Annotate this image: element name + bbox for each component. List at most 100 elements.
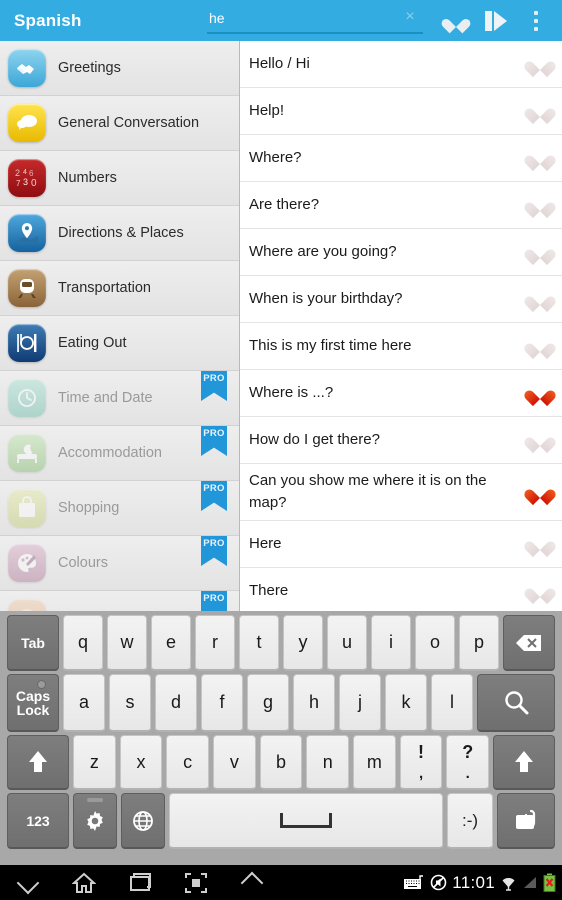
favorite-heart-icon[interactable]	[522, 102, 558, 125]
list-item[interactable]: How do I get there?	[240, 417, 562, 464]
list-item[interactable]: Here	[240, 521, 562, 568]
sidebar-item-colours[interactable]: Colours PRO	[0, 536, 239, 591]
key-emoji[interactable]: :-)	[447, 793, 493, 849]
key-shift-left[interactable]	[7, 735, 69, 790]
key-k[interactable]: k	[385, 674, 427, 732]
key-numeric-mode[interactable]: 123	[7, 793, 69, 849]
favorite-heart-icon[interactable]	[522, 582, 558, 605]
key-e[interactable]: e	[151, 615, 191, 671]
home-button[interactable]	[56, 865, 112, 900]
key-search[interactable]	[477, 674, 555, 732]
list-item[interactable]: This is my first time here	[240, 323, 562, 370]
key-i[interactable]: i	[371, 615, 411, 671]
phrase-list[interactable]: Hello / Hi Help! Where? Are there? Where…	[240, 41, 562, 611]
favorite-heart-icon[interactable]	[522, 149, 558, 172]
sidebar-item-general-conversation[interactable]: General Conversation	[0, 96, 239, 151]
sidebar-item-accommodation[interactable]: Accommodation PRO	[0, 426, 239, 481]
flashcards-button[interactable]	[476, 0, 516, 41]
list-item[interactable]: Are there?	[240, 182, 562, 229]
recent-apps-button[interactable]	[112, 865, 168, 900]
favorite-heart-icon[interactable]	[522, 535, 558, 558]
sidebar-item-time-and-date[interactable]: Time and Date PRO	[0, 371, 239, 426]
sidebar-item-eating-out[interactable]: Eating Out	[0, 316, 239, 371]
back-button[interactable]	[0, 865, 56, 900]
key-l[interactable]: l	[431, 674, 473, 732]
key-question-label: ?	[462, 742, 474, 762]
list-item[interactable]: Where are you going?	[240, 229, 562, 276]
key-n[interactable]: n	[306, 735, 350, 790]
favorite-heart-icon[interactable]	[522, 290, 558, 313]
key-z[interactable]: z	[73, 735, 116, 790]
favorite-heart-icon[interactable]	[522, 384, 558, 407]
list-item[interactable]: Where is ...?	[240, 370, 562, 417]
list-item[interactable]: Help!	[240, 88, 562, 135]
key-comma-label: ,	[418, 765, 424, 782]
favorite-heart-icon[interactable]	[522, 337, 558, 360]
key-d[interactable]: d	[155, 674, 197, 732]
on-screen-keyboard[interactable]: Tab q w e r t y u i o p Caps Lock a s d …	[0, 611, 562, 865]
key-backspace[interactable]	[503, 615, 555, 671]
key-f[interactable]: f	[201, 674, 243, 732]
screenshot-button[interactable]	[168, 865, 224, 900]
key-h[interactable]: h	[293, 674, 335, 732]
key-u[interactable]: u	[327, 615, 367, 671]
list-item[interactable]: There	[240, 568, 562, 611]
key-y[interactable]: y	[283, 615, 323, 671]
key-g[interactable]: g	[247, 674, 289, 732]
key-tab[interactable]: Tab	[7, 615, 59, 671]
key-exclamation-label: !	[418, 742, 425, 762]
key-caps-line1: Caps	[15, 687, 51, 704]
bed-icon	[8, 434, 46, 472]
sidebar-item-shopping[interactable]: Shopping PRO	[0, 481, 239, 536]
favorites-button[interactable]	[436, 0, 476, 41]
key-space[interactable]	[169, 793, 443, 849]
key-a[interactable]: a	[63, 674, 105, 732]
numbers-icon: 2 4 6 7 3 0	[8, 159, 46, 197]
key-m[interactable]: m	[353, 735, 396, 790]
search-input[interactable]	[207, 5, 407, 31]
sidebar-item-label: Directions & Places	[58, 225, 184, 241]
key-b[interactable]: b	[259, 735, 303, 790]
key-p[interactable]: p	[459, 615, 499, 671]
status-clock: 11:01	[452, 872, 495, 892]
key-t[interactable]: t	[239, 615, 279, 671]
key-question-period[interactable]: ? .	[446, 735, 490, 790]
list-item[interactable]: Where?	[240, 135, 562, 182]
key-exclamation-comma[interactable]: ! ,	[399, 735, 443, 790]
list-item[interactable]: Hello / Hi	[240, 41, 562, 88]
key-o[interactable]: o	[415, 615, 455, 671]
key-v[interactable]: v	[213, 735, 256, 790]
system-navigation-bar: 11:01	[0, 865, 562, 900]
sidebar-item-greetings[interactable]: Greetings	[0, 41, 239, 96]
sidebar-item-partial[interactable]: PRO	[0, 591, 239, 611]
key-x[interactable]: x	[119, 735, 163, 790]
key-attachment[interactable]	[497, 793, 555, 849]
sidebar-item-directions-places[interactable]: Directions & Places	[0, 206, 239, 261]
favorite-heart-icon[interactable]	[522, 483, 558, 506]
key-shift-right[interactable]	[493, 735, 556, 790]
handshake-icon	[8, 49, 46, 87]
key-q[interactable]: q	[63, 615, 103, 671]
favorite-heart-icon[interactable]	[522, 196, 558, 219]
key-language-switch[interactable]	[121, 793, 165, 849]
key-caps-lock[interactable]: Caps Lock	[7, 674, 59, 732]
clear-search-icon[interactable]: ×	[401, 8, 419, 26]
favorite-heart-icon[interactable]	[522, 431, 558, 454]
category-sidebar[interactable]: Greetings General Conversation 2 4 6 7 3	[0, 41, 240, 611]
favorite-heart-icon[interactable]	[522, 55, 558, 78]
key-c[interactable]: c	[166, 735, 210, 790]
search-icon	[505, 690, 529, 714]
sidebar-item-transportation[interactable]: Transportation	[0, 261, 239, 316]
overflow-menu-button[interactable]	[516, 0, 556, 41]
key-j[interactable]: j	[339, 674, 381, 732]
key-r[interactable]: r	[195, 615, 235, 671]
key-w[interactable]: w	[107, 615, 147, 671]
list-item[interactable]: When is your birthday?	[240, 276, 562, 323]
list-item[interactable]: Can you show me where it is on the map?	[240, 464, 562, 521]
favorite-heart-icon[interactable]	[522, 243, 558, 266]
svg-text:4: 4	[23, 169, 27, 176]
sidebar-item-numbers[interactable]: 2 4 6 7 3 0 Numbers	[0, 151, 239, 206]
key-settings[interactable]	[73, 793, 117, 849]
key-s[interactable]: s	[109, 674, 151, 732]
expand-notifications-button[interactable]	[224, 865, 280, 900]
